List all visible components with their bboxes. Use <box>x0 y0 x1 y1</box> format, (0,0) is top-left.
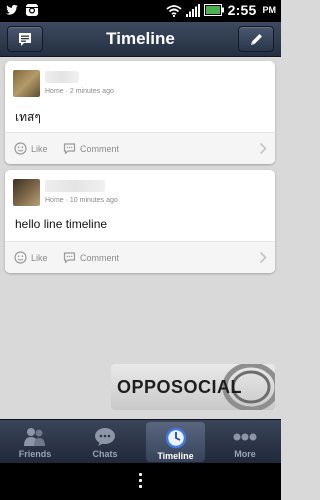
comment-icon <box>63 143 76 155</box>
like-button[interactable]: Like <box>14 251 48 264</box>
chat-bubble-icon <box>95 428 115 446</box>
tab-label: Chats <box>92 449 118 459</box>
battery-icon <box>203 4 224 16</box>
tab-friends[interactable]: Friends <box>0 420 70 464</box>
tab-chats[interactable]: Chats <box>70 420 140 464</box>
author-name-redacted[interactable] <box>45 71 79 83</box>
menu-dots-icon[interactable] <box>139 473 143 491</box>
bottom-tab-bar: Friends Chats Timeline More <box>0 419 281 464</box>
post-meta: Home · 2 minutes ago <box>45 88 114 95</box>
comment-icon <box>63 252 76 264</box>
post-card: Home · 2 minutes ago เทสๆ Like Comment <box>5 61 275 164</box>
wifi-icon <box>166 4 182 17</box>
clock-time: 2:55 <box>227 2 257 18</box>
instagram-icon <box>26 4 38 16</box>
tab-timeline[interactable]: Timeline <box>146 422 205 462</box>
comment-label: Comment <box>80 143 120 154</box>
compose-button[interactable] <box>238 26 274 52</box>
like-label: Like <box>31 143 48 154</box>
watermark-text: OPPOSOCIAL <box>117 377 243 397</box>
avatar[interactable] <box>13 179 40 206</box>
like-button[interactable]: Like <box>14 142 48 155</box>
tab-label: Friends <box>18 449 52 459</box>
watermark-logo: OPPOSOCIAL <box>111 364 275 410</box>
timeline-feed: Home · 2 minutes ago เทสๆ Like Comment H… <box>0 57 281 419</box>
comment-button[interactable]: Comment <box>63 251 119 264</box>
tab-more[interactable]: More <box>210 420 280 464</box>
clock-icon <box>165 427 186 449</box>
tab-label: Timeline <box>157 451 194 461</box>
author-name-redacted[interactable] <box>45 180 105 192</box>
comment-label: Comment <box>80 252 120 263</box>
avatar[interactable] <box>13 70 40 97</box>
more-dots-icon <box>233 433 257 441</box>
smiley-icon <box>14 142 27 155</box>
chevron-right-icon[interactable] <box>259 251 267 264</box>
post-text: เทสๆ <box>15 110 41 124</box>
signal-icon <box>185 3 200 17</box>
post-actions: Like Comment <box>5 132 275 164</box>
post-actions: Like Comment <box>5 241 275 273</box>
tab-label: More <box>234 449 256 459</box>
like-label: Like <box>31 252 48 263</box>
compose-icon <box>250 33 262 45</box>
comment-button[interactable]: Comment <box>63 142 119 155</box>
post-card: Home · 10 minutes ago hello line timelin… <box>5 170 275 273</box>
chevron-right-icon[interactable] <box>259 142 267 155</box>
status-bar: 2:55 PM <box>0 0 281 22</box>
smiley-icon <box>14 251 27 264</box>
app-header: Timeline <box>0 22 281 57</box>
system-nav-bar <box>0 463 281 500</box>
twitter-icon <box>6 4 18 15</box>
post-text: hello line timeline <box>15 217 108 231</box>
post-meta: Home · 10 minutes ago <box>45 197 118 204</box>
clock-ampm: PM <box>262 5 277 15</box>
friends-icon <box>24 428 45 446</box>
